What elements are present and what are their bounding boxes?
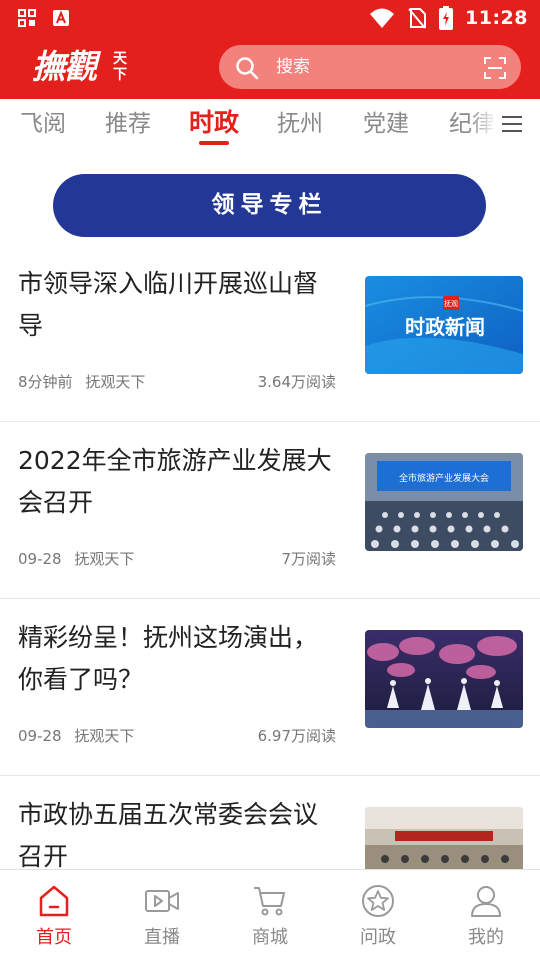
nav-label: 问政 [360, 927, 396, 948]
news-reads: 6.97万阅读 [257, 727, 336, 745]
active-tab-indicator [199, 141, 229, 145]
no-sim-icon [408, 8, 427, 29]
bottom-nav: 首页 直播 商城 问政 我的 [0, 869, 540, 960]
news-thumbnail [365, 630, 523, 728]
cart-icon [254, 887, 285, 916]
user-icon [471, 886, 501, 917]
news-title: 市领导深入临川开展巡山督导 [18, 269, 319, 340]
nav-inquiry[interactable]: 问政 [324, 870, 432, 960]
news-time: 09-28 [18, 550, 62, 568]
news-item[interactable]: 市领导深入临川开展巡山督导 8分钟前 抚观天下 3.64万阅读 抚观 时政新闻 [0, 245, 540, 422]
scan-icon[interactable] [483, 56, 507, 80]
nav-profile[interactable]: 我的 [432, 870, 540, 960]
app-logo[interactable]: 撫觀 天下 [32, 45, 132, 89]
nav-label: 直播 [144, 927, 180, 948]
news-source: 抚观天下 [85, 373, 146, 391]
news-meta: 09-28 抚观天下 7万阅读 [18, 548, 338, 568]
nav-home[interactable]: 首页 [0, 870, 108, 960]
news-source: 抚观天下 [74, 727, 135, 745]
news-reads: 3.64万阅读 [257, 373, 336, 391]
video-icon [145, 890, 179, 912]
badge-star-icon [362, 885, 394, 917]
news-title: 精彩纷呈！抚州这场演出，你看了吗？ [18, 623, 319, 694]
apps-icon [18, 9, 36, 27]
news-item[interactable]: 精彩纷呈！抚州这场演出，你看了吗？ 09-28 抚观天下 6.97万阅读 [0, 599, 540, 776]
news-meta: 09-28 抚观天下 6.97万阅读 [18, 725, 338, 745]
tab-recommend[interactable]: 推荐 [105, 109, 151, 139]
thumb-logo-text: 抚观 [444, 299, 458, 308]
nav-label: 我的 [468, 927, 504, 948]
thumb-caption: 全市旅游产业发展大会 [399, 472, 489, 484]
nav-mall[interactable]: 商城 [216, 870, 324, 960]
news-list: 市领导深入临川开展巡山督导 8分钟前 抚观天下 3.64万阅读 抚观 时政新闻 [0, 245, 540, 953]
news-thumbnail: 抚观 时政新闻 [365, 276, 523, 374]
nav-label: 首页 [36, 927, 72, 948]
channel-tabs: 飞阅 推荐 时政 抚州 党建 纪律 [0, 99, 540, 151]
news-reads: 7万阅读 [281, 550, 336, 568]
tab-feiyue[interactable]: 飞阅 [20, 109, 66, 139]
tab-fade [470, 99, 496, 151]
nav-label: 商城 [252, 927, 288, 948]
search-icon [236, 57, 259, 80]
status-time: 11:28 [465, 7, 528, 29]
search-placeholder: 搜索 [276, 57, 310, 77]
tab-fuzhou[interactable]: 抚州 [277, 109, 323, 139]
news-title: 2022年全市旅游产业发展大会召开 [18, 446, 332, 517]
status-bar: 11:28 [0, 0, 540, 36]
news-item[interactable]: 2022年全市旅游产业发展大会召开 09-28 抚观天下 7万阅读 全市旅游产业… [0, 422, 540, 599]
news-meta: 8分钟前 抚观天下 3.64万阅读 [18, 371, 338, 391]
leader-column-button[interactable]: 领导专栏 [53, 174, 486, 237]
thumb-caption: 时政新闻 [405, 315, 485, 339]
wifi-icon [370, 8, 395, 28]
logo-small-text: 天下 [113, 51, 127, 83]
a-logo-icon [53, 10, 69, 26]
news-thumbnail: 全市旅游产业发展大会 [365, 453, 523, 551]
tab-more-button[interactable] [496, 99, 540, 151]
logo-text: 撫觀 [32, 47, 97, 86]
search-bar[interactable]: 搜索 [219, 45, 521, 89]
tab-party[interactable]: 党建 [363, 109, 409, 139]
home-icon [39, 885, 69, 917]
battery-charging-icon [439, 6, 454, 30]
news-time: 8分钟前 [18, 373, 73, 391]
nav-live[interactable]: 直播 [108, 870, 216, 960]
menu-icon [502, 116, 522, 132]
news-source: 抚观天下 [74, 550, 135, 568]
app-header: 11:28 撫觀 天下 搜索 [0, 0, 540, 99]
tab-politics[interactable]: 时政 [189, 108, 239, 138]
news-time: 09-28 [18, 727, 62, 745]
news-title: 市政协五届五次常委会会议召开 [18, 800, 319, 871]
